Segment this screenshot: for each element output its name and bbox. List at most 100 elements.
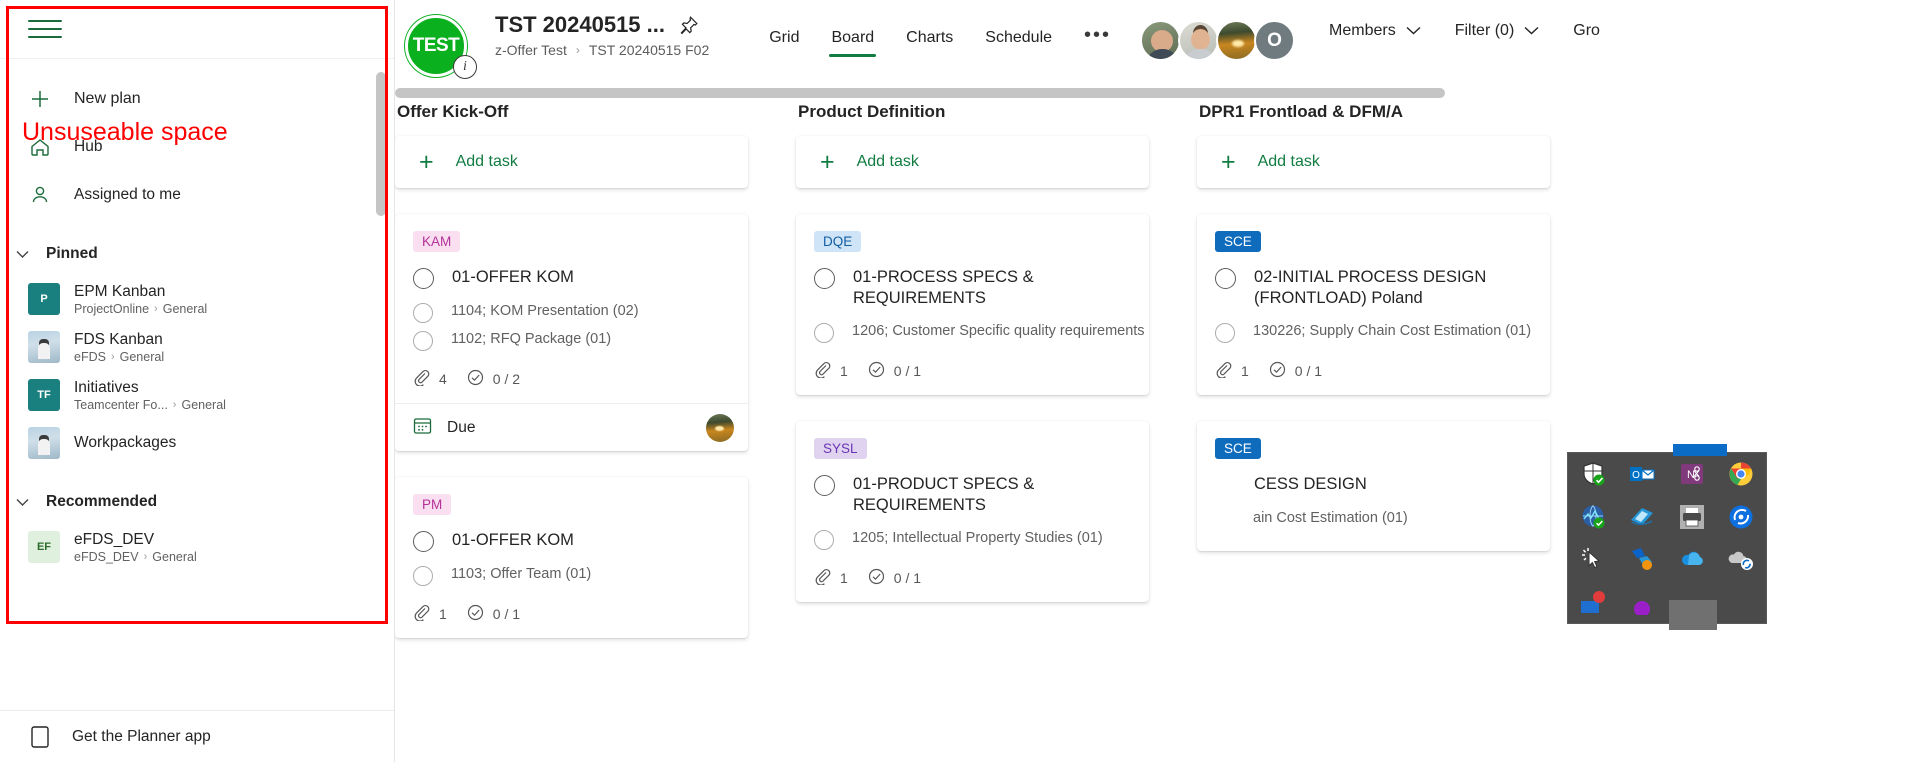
sidebar-item-assigned-to-me[interactable]: Assigned to me xyxy=(0,171,394,219)
get-planner-app-button[interactable]: Get the Planner app xyxy=(0,710,394,762)
task-checkbox[interactable] xyxy=(413,531,434,552)
subtask-title: 1205; Intellectual Property Studies (01) xyxy=(852,530,1103,547)
avatar[interactable] xyxy=(1140,20,1182,61)
onedrive-sync-icon[interactable] xyxy=(1728,546,1754,572)
board-hscrollbar[interactable] xyxy=(395,88,1918,98)
chrome-icon[interactable] xyxy=(1728,461,1754,487)
add-task-label: Add task xyxy=(1257,153,1320,170)
menu-icon[interactable] xyxy=(28,16,62,42)
task-card[interactable]: SYSL 01-PRODUCT SPECS & REQUIREMENTS 120… xyxy=(796,421,1149,603)
members-label: Members xyxy=(1329,22,1396,39)
breadcrumb-current: TST 20240515 F02 xyxy=(588,42,710,58)
section-recommended-title: Recommended xyxy=(46,493,158,510)
subtask-checkbox[interactable] xyxy=(1215,323,1235,344)
chevron-right-icon: › xyxy=(575,43,580,57)
sidebar-scrollbar[interactable] xyxy=(376,72,386,216)
annotation-text: Unsuseable space xyxy=(22,118,228,146)
defender-shield-icon[interactable] xyxy=(1580,461,1606,487)
status-badge: DQE xyxy=(814,231,862,252)
list-item[interactable]: TF Initiatives Teamcenter Fo... › Genera… xyxy=(0,371,394,419)
more-tabs-button[interactable]: ••• xyxy=(1068,18,1127,63)
checklist-count-value: 0 / 1 xyxy=(492,606,521,622)
tab-board[interactable]: Board xyxy=(815,23,890,59)
tab-charts[interactable]: Charts xyxy=(890,23,969,59)
breadcrumb-parent[interactable]: z-Offer Test xyxy=(495,42,567,58)
task-title: 01-PRODUCT SPECS & REQUIREMENTS xyxy=(853,475,1035,515)
outlook-icon[interactable]: O xyxy=(1629,461,1655,487)
checklist-count-value: 0 / 2 xyxy=(492,371,521,387)
filter-dropdown[interactable]: Filter (0) xyxy=(1455,22,1540,40)
info-icon[interactable]: i xyxy=(453,55,477,79)
section-recommended-header[interactable]: Recommended xyxy=(0,481,394,523)
list-item[interactable]: EF eFDS_DEV eFDS_DEV › General xyxy=(0,523,394,571)
task-card[interactable]: SCE 02-INITIAL PROCESS DESIGN (FRONTLOAD… xyxy=(1197,214,1550,396)
cursor-busy-icon[interactable] xyxy=(1580,546,1606,572)
board-hscrollbar-thumb[interactable] xyxy=(395,88,1445,98)
task-card[interactable]: KAM 01-OFFER KOM 1104; KOM Presentation … xyxy=(395,214,748,451)
sidebar-item-assigned-label: Assigned to me xyxy=(74,186,181,203)
get-planner-app-label: Get the Planner app xyxy=(72,727,211,745)
avatar xyxy=(28,331,60,363)
task-checkbox[interactable] xyxy=(814,475,835,497)
power-automate-icon[interactable] xyxy=(1629,546,1655,572)
members-dropdown[interactable]: Members xyxy=(1329,22,1421,40)
column-title: Product Definition xyxy=(798,102,946,121)
attachment-count-value: 1 xyxy=(840,363,848,380)
onedrive-icon[interactable] xyxy=(1679,546,1705,572)
printer-icon[interactable] xyxy=(1679,504,1705,530)
subtask-checkbox[interactable] xyxy=(814,530,834,551)
board-column: Product Definition + Add task DQE 01-PRO… xyxy=(796,102,1149,762)
subtask-checkbox[interactable] xyxy=(413,303,433,323)
tray-extra-icon-2[interactable] xyxy=(1629,589,1655,615)
task-checkbox[interactable] xyxy=(814,268,835,289)
taskbar-thumbnail xyxy=(1669,600,1717,630)
add-task-button[interactable]: + Add task xyxy=(796,136,1149,188)
checklist-count: 0 / 1 xyxy=(1269,361,1322,381)
section-pinned-header[interactable]: Pinned xyxy=(0,233,394,275)
avatar: TF xyxy=(28,379,60,411)
chevron-right-icon: › xyxy=(172,398,177,411)
due-label: Due xyxy=(447,418,476,436)
task-card[interactable]: SCE CESS DESIGN ain Cost Estimation (01) xyxy=(1197,421,1550,552)
plan-channel: General xyxy=(181,397,226,412)
list-item[interactable]: FDS Kanban eFDS › General xyxy=(0,323,394,371)
tab-schedule[interactable]: Schedule xyxy=(969,23,1068,59)
onenote-snip-icon[interactable]: N xyxy=(1679,461,1705,487)
subtask-checkbox[interactable] xyxy=(413,331,433,351)
subtask-checkbox[interactable] xyxy=(814,323,834,344)
plan-name: eFDS_DEV xyxy=(74,530,155,548)
tray-extra-icon-1[interactable] xyxy=(1580,589,1606,615)
list-item[interactable]: Workpackages xyxy=(0,419,394,467)
filter-label: Filter (0) xyxy=(1454,22,1515,39)
pin-icon[interactable] xyxy=(679,15,699,35)
avatar-overflow[interactable]: O xyxy=(1254,20,1296,61)
add-task-button[interactable]: + Add task xyxy=(395,136,748,188)
check-circle-icon xyxy=(467,604,484,624)
sync-app-icon[interactable] xyxy=(1728,504,1754,530)
avatar[interactable] xyxy=(706,413,734,442)
checklist-count-value: 0 / 1 xyxy=(893,363,922,380)
calendar-icon xyxy=(413,416,432,440)
due-date[interactable]: Due xyxy=(413,416,475,440)
status-badge: SYSL xyxy=(814,438,867,460)
list-item[interactable]: P EPM Kanban ProjectOnline › General xyxy=(0,275,394,323)
tab-grid[interactable]: Grid xyxy=(753,23,815,59)
task-checkbox[interactable] xyxy=(1215,268,1236,289)
media-app-icon[interactable] xyxy=(1629,504,1655,530)
avatar[interactable] xyxy=(1178,20,1220,61)
add-task-label: Add task xyxy=(856,153,919,170)
task-card[interactable]: DQE 01-PROCESS SPECS & REQUIREMENTS 1206… xyxy=(796,214,1149,396)
subtask-checkbox[interactable] xyxy=(413,566,433,586)
task-card[interactable]: PM 01-OFFER KOM 1103; Offer Team (01) 1 … xyxy=(395,477,748,638)
group-by-dropdown[interactable]: Gro xyxy=(1573,22,1600,40)
checklist-count: 0 / 1 xyxy=(868,361,921,381)
plan-logo-wrapper: TEST i xyxy=(405,15,477,79)
network-monitor-icon[interactable] xyxy=(1580,504,1606,530)
chevron-down-icon xyxy=(14,250,30,259)
add-task-button[interactable]: + Add task xyxy=(1197,136,1550,188)
new-plan-button[interactable]: New plan xyxy=(0,75,394,123)
attachment-count-value: 4 xyxy=(439,371,447,387)
person-icon xyxy=(28,183,52,207)
avatar[interactable] xyxy=(1216,20,1258,61)
task-checkbox[interactable] xyxy=(413,268,434,289)
